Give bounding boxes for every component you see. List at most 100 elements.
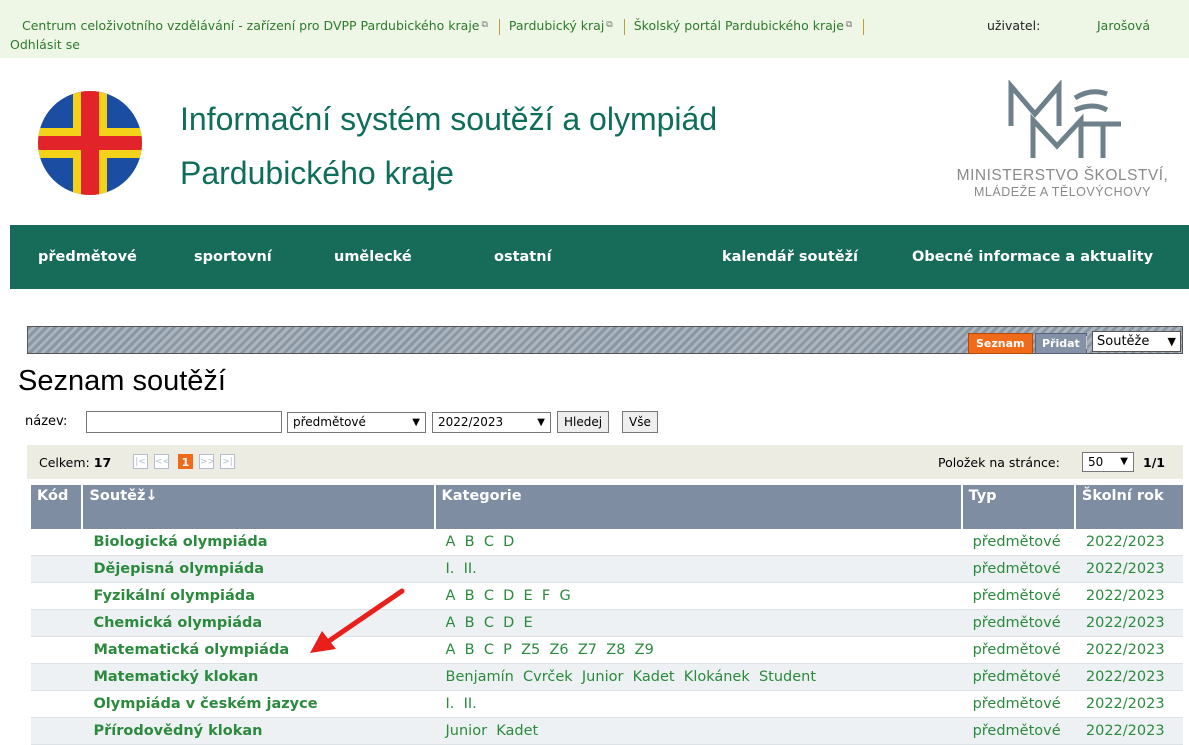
total-value: 17 [93,455,112,470]
nav-kalendar[interactable]: kalendář soutěží [722,225,858,289]
competition-name-link[interactable]: Matematický klokan [82,663,435,691]
table-row: Olympiáda v českém jazyce I. II. předmětov… [31,690,1183,718]
year-cell[interactable]: 2022/2023 [1074,636,1183,664]
type-cell[interactable]: předmětové [961,555,1075,583]
site-title-line2: Pardubického kraje [180,155,454,191]
ministry-line1: MINISTERSTVO ŠKOLSTVÍ, [956,167,1169,184]
type-cell[interactable]: předmětové [961,663,1075,691]
logo[interactable] [37,90,143,200]
per-page-select[interactable]: 50 ▼ [1082,452,1134,472]
col-kod[interactable]: Kód [31,485,84,529]
year-cell[interactable]: 2022/2023 [1074,717,1183,745]
seznam-button[interactable]: Seznam [968,333,1033,354]
pager-bar: Celkem: 17 |< << 1 >> >| Položek na strá… [27,445,1183,479]
year-cell[interactable]: 2022/2023 [1074,609,1183,637]
table-header-row: Kód Soutěž↓ Kategorie Typ Školní rok [31,485,1183,529]
all-button[interactable]: Vše [622,411,658,433]
user-label: uživatel: [987,18,1041,33]
table-row: Matematický klokan Benjamín Cvrček Junior… [31,663,1183,691]
code-cell [31,529,83,556]
red-arrow-icon [310,588,405,653]
code-cell [31,636,83,664]
name-input[interactable] [86,411,282,433]
next-page-button[interactable]: >> [199,454,215,469]
last-page-button[interactable]: >| [220,454,235,469]
year-cell[interactable]: 2022/2023 [1074,582,1183,610]
section-select[interactable]: Soutěže ▼ [1092,331,1181,352]
per-page-value: 50 [1088,455,1104,469]
competition-name-link[interactable]: Přírodovědný klokan [82,717,435,745]
msmt-mark-icon [1008,79,1121,158]
nav-umelecke[interactable]: umělecké [334,225,412,289]
link-dvpp[interactable]: Centrum celoživotního vzdělávání - zaříz… [22,18,488,33]
total-count: Celkem: 17 [39,455,111,470]
page-1-button[interactable]: 1 [178,454,193,469]
site-title: Informační systém soutěží a olympiád Par… [180,92,717,200]
link-skolsky-portal[interactable]: Školský portál Pardubického kraje ⧉ [634,18,853,33]
category-links[interactable]: A B C D E F G [434,582,962,610]
pridat-button[interactable]: Přidat [1035,333,1087,354]
competition-name-link[interactable]: Biologická olympiáda [82,529,435,556]
msmt-logo[interactable]: MINISTERSTVO ŠKOLSTVÍ, MLÁDEŽE A TĚLOVÝC… [940,79,1185,199]
link-dvpp-label: Centrum celoživotního vzdělávání - zaříz… [22,18,480,33]
external-link-icon: ⧉ [845,20,853,30]
type-select[interactable]: předmětové ▼ [287,412,426,433]
type-cell[interactable]: předmětové [961,636,1075,664]
main-nav: předmětové sportovní umělecké ostatní ka… [10,225,1189,289]
col-kategorie: Kategorie [434,485,963,529]
year-cell[interactable]: 2022/2023 [1074,663,1183,691]
col-skolni-rok[interactable]: Školní rok [1074,485,1183,529]
external-link-icon: ⧉ [606,20,613,30]
link-portal-label: Školský portál Pardubického kraje [633,18,844,33]
category-links[interactable]: A B C D [434,529,962,556]
page-indicator: 1/1 [1143,455,1165,470]
year-select[interactable]: 2022/2023 ▼ [432,412,551,433]
type-cell[interactable]: předmětové [961,529,1075,556]
per-page-label: Položek na stránce: [938,455,1060,470]
year-cell[interactable]: 2022/2023 [1074,555,1183,583]
nav-obecne-informace[interactable]: Obecné informace a aktuality [912,225,1153,289]
year-select-value: 2022/2023 [438,415,504,429]
nav-ostatni[interactable]: ostatní [494,225,552,289]
section-select-value: Soutěže [1097,334,1150,349]
nav-sportovni[interactable]: sportovní [194,225,272,289]
table-row: Fyzikální olympiáda A B C D E F Gpředměto… [31,582,1183,610]
col-typ[interactable]: Typ [961,485,1076,529]
category-links[interactable]: I. II. [434,690,962,718]
category-links[interactable]: Junior Kadet [434,717,962,745]
category-links[interactable]: I. II. [434,555,962,583]
first-page-button[interactable]: |< [133,454,148,469]
divider [623,18,625,35]
divider [498,18,500,35]
year-cell[interactable]: 2022/2023 [1074,529,1183,556]
category-links[interactable]: Benjamín Cvrček Junior Kadet Klokánek St… [434,663,962,691]
table-row: Chemická olympiáda A B C D Epředmětové 202… [31,609,1183,637]
code-cell [31,663,83,691]
user-name-link[interactable]: Jarošová [1097,17,1150,34]
nav-predmetove[interactable]: předmětové [38,225,137,289]
category-links[interactable]: A B C D E [434,609,962,637]
type-cell[interactable]: předmětové [961,582,1075,610]
chevron-down-icon: ▼ [537,417,545,428]
type-cell[interactable]: předmětové [961,717,1075,745]
ministry-line2: MLÁDEŽE A TĚLOVÝCHOVY [974,185,1151,199]
type-cell[interactable]: předmětové [961,609,1075,637]
total-label: Celkem: [39,455,90,470]
top-link-bar: Centrum celoživotního vzdělávání - zaříz… [0,0,1189,58]
type-cell[interactable]: předmětové [961,690,1075,718]
competitions-table: Kód Soutěž↓ Kategorie Typ Školní rok Bio… [31,485,1183,745]
link-pardubicky-kraj[interactable]: Pardubický kraj ⧉ [509,18,613,33]
category-links[interactable]: A B C P Z5 Z6 Z7 Z8 Z9 [434,636,962,664]
logout-link[interactable]: Odhlásit se [10,36,80,53]
year-cell[interactable]: 2022/2023 [1074,690,1183,718]
table-row: Přírodovědný klokan Junior Kadet předmětov… [31,717,1183,745]
chevron-down-icon: ▼ [412,417,420,428]
col-soutez[interactable]: Soutěž↓ [82,485,436,529]
site-title-line1: Informační systém soutěží a olympiád [180,101,718,137]
competition-name-link[interactable]: Olympiáda v českém jazyce [82,690,435,718]
divider [1086,336,1087,349]
competition-name-link[interactable]: Dějepisná olympiáda [82,555,435,583]
prev-page-button[interactable]: << [154,454,170,469]
table-row: Dějepisná olympiáda I. II. předmětové 2022/… [31,555,1183,583]
search-button[interactable]: Hledej [557,411,610,433]
